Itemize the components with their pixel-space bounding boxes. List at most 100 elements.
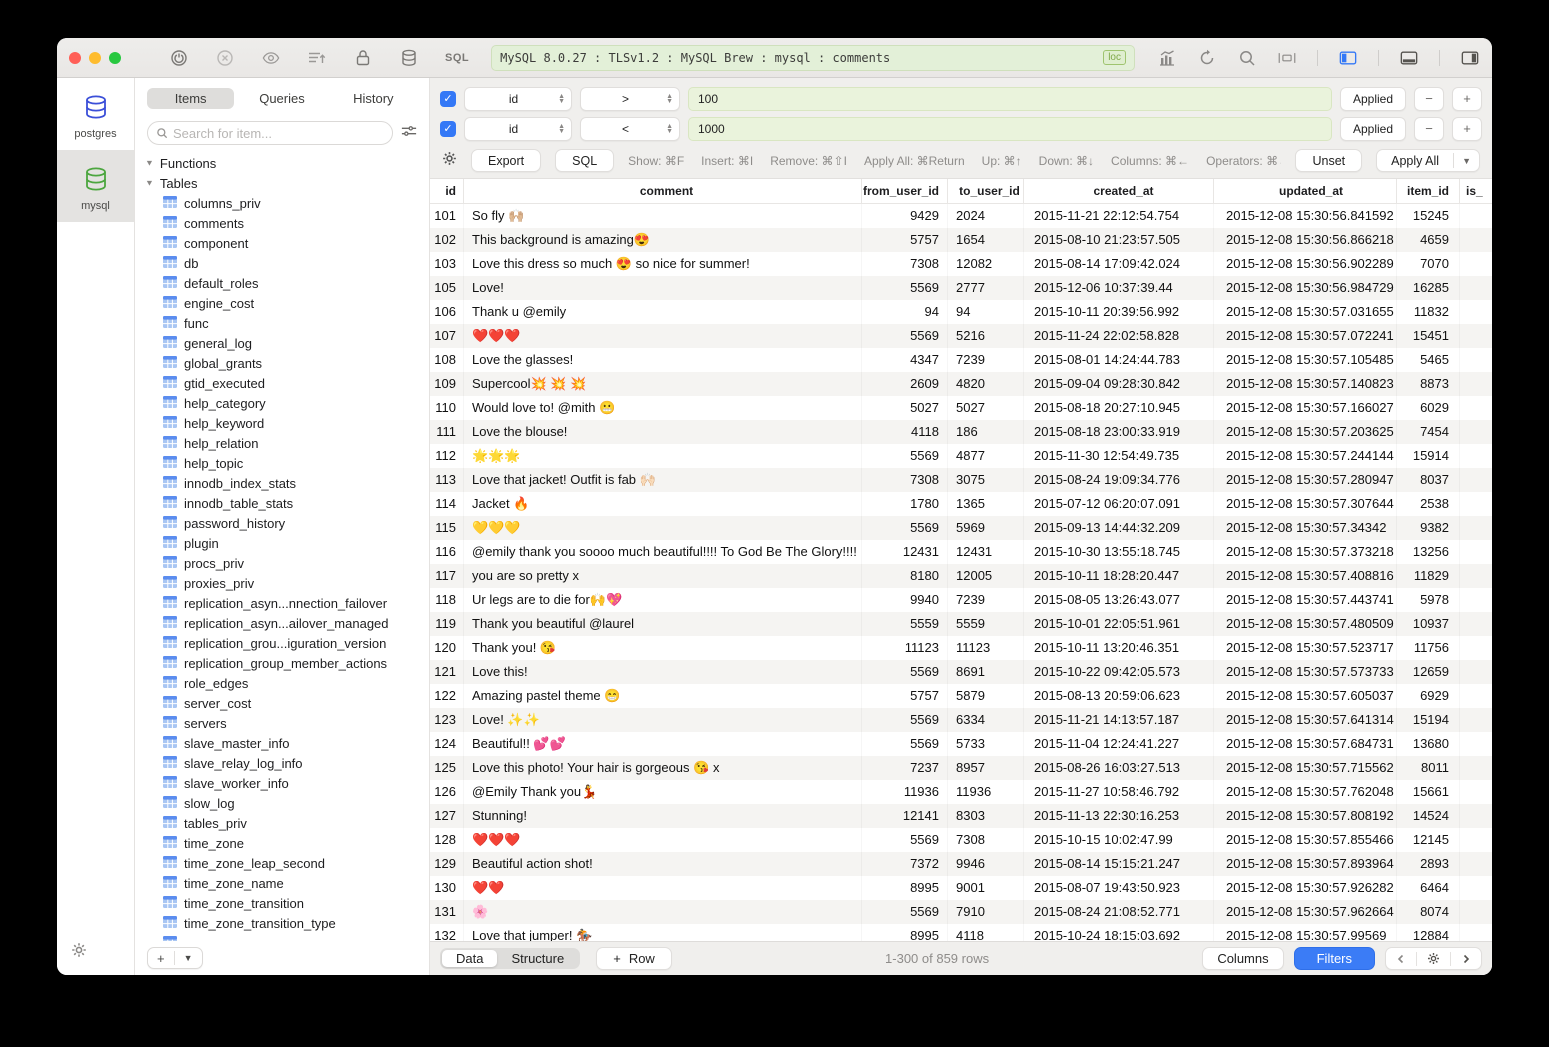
cell-created_at[interactable]: 2015-08-24 19:09:34.776 [1024, 468, 1214, 492]
cell-comment[interactable]: Beautiful action shot! [464, 852, 862, 876]
cell-comment[interactable]: Would love to! @mith 😬 [464, 396, 862, 420]
cell-updated_at[interactable]: 2015-12-08 15:30:57.105485 [1214, 348, 1397, 372]
cell-created_at[interactable]: 2015-08-01 14:24:44.783 [1024, 348, 1214, 372]
cell-item_id[interactable]: 8011 [1397, 756, 1460, 780]
cell-updated_at[interactable]: 2015-12-08 15:30:57.280947 [1214, 468, 1397, 492]
column-header-id[interactable]: id [430, 179, 464, 203]
cell-item_id[interactable]: 8873 [1397, 372, 1460, 396]
table-row[interactable]: 126@Emily Thank you💃11936119362015-11-27… [430, 780, 1492, 804]
cell-id[interactable]: 102 [430, 228, 464, 252]
cell-from_user_id[interactable]: 5569 [862, 444, 948, 468]
cell-from_user_id[interactable]: 7372 [862, 852, 948, 876]
cell-item_id[interactable]: 2893 [1397, 852, 1460, 876]
filter-checkbox[interactable]: ✓ [440, 91, 456, 107]
cell-id[interactable]: 108 [430, 348, 464, 372]
sidebar-table-engine_cost[interactable]: engine_cost [135, 293, 429, 313]
filter-options-icon[interactable] [401, 124, 417, 143]
cell-updated_at[interactable]: 2015-12-08 15:30:57.962664 [1214, 900, 1397, 924]
cell-item_id[interactable]: 16285 [1397, 276, 1460, 300]
cell-created_at[interactable]: 2015-08-05 13:26:43.077 [1024, 588, 1214, 612]
cell-from_user_id[interactable]: 5569 [862, 828, 948, 852]
cell-comment[interactable]: Love this! [464, 660, 862, 684]
cell-comment[interactable]: Love! ✨✨ [464, 708, 862, 732]
sidebar-table-time_zone_transition_type[interactable]: time_zone_transition_type [135, 913, 429, 933]
cell-is_[interactable] [1460, 732, 1492, 756]
cell-updated_at[interactable]: 2015-12-08 15:30:57.244144 [1214, 444, 1397, 468]
sidebar-table-component[interactable]: component [135, 233, 429, 253]
minimize-window-button[interactable] [89, 52, 101, 64]
cell-comment[interactable]: 🌟🌟🌟 [464, 444, 862, 468]
cell-updated_at[interactable]: 2015-12-08 15:30:57.762048 [1214, 780, 1397, 804]
cell-item_id[interactable]: 12884 [1397, 924, 1460, 941]
cell-id[interactable]: 103 [430, 252, 464, 276]
cell-is_[interactable] [1460, 204, 1492, 228]
table-row[interactable]: 116@emily thank you soooo much beautiful… [430, 540, 1492, 564]
add-row-button[interactable]: + Row [596, 947, 672, 970]
cell-updated_at[interactable]: 2015-12-08 15:30:56.902289 [1214, 252, 1397, 276]
sql-button[interactable]: SQL [555, 149, 614, 172]
cell-updated_at[interactable]: 2015-12-08 15:30:57.715562 [1214, 756, 1397, 780]
cell-from_user_id[interactable]: 8995 [862, 924, 948, 941]
filter-value-input[interactable] [688, 117, 1332, 141]
cell-to_user_id[interactable]: 186 [948, 420, 1024, 444]
cell-to_user_id[interactable]: 8691 [948, 660, 1024, 684]
zoom-window-button[interactable] [109, 52, 121, 64]
cell-created_at[interactable]: 2015-11-24 22:02:58.828 [1024, 324, 1214, 348]
cell-to_user_id[interactable]: 8303 [948, 804, 1024, 828]
cell-id[interactable]: 118 [430, 588, 464, 612]
cell-item_id[interactable]: 12145 [1397, 828, 1460, 852]
cell-updated_at[interactable]: 2015-12-08 15:30:57.573733 [1214, 660, 1397, 684]
cell-to_user_id[interactable]: 2777 [948, 276, 1024, 300]
cell-comment[interactable]: Love this photo! Your hair is gorgeous 😘… [464, 756, 862, 780]
cell-is_[interactable] [1460, 444, 1492, 468]
sidebar-table-tables_priv[interactable]: tables_priv [135, 813, 429, 833]
filters-button[interactable]: Filters [1294, 947, 1375, 970]
cell-comment[interactable]: Love this dress so much 😍 so nice for su… [464, 252, 862, 276]
sidebar-table-user[interactable]: user [135, 933, 429, 941]
column-header-comment[interactable]: comment [464, 179, 862, 203]
cell-is_[interactable] [1460, 540, 1492, 564]
cell-created_at[interactable]: 2015-11-27 10:58:46.792 [1024, 780, 1214, 804]
cell-created_at[interactable]: 2015-08-13 20:59:06.623 [1024, 684, 1214, 708]
cell-comment[interactable]: Love that jacket! Outfit is fab 🙌🏻 [464, 468, 862, 492]
cell-created_at[interactable]: 2015-10-11 18:28:20.447 [1024, 564, 1214, 588]
cell-item_id[interactable]: 6929 [1397, 684, 1460, 708]
cell-item_id[interactable]: 11832 [1397, 300, 1460, 324]
cell-to_user_id[interactable]: 5559 [948, 612, 1024, 636]
cell-to_user_id[interactable]: 5216 [948, 324, 1024, 348]
cell-id[interactable]: 126 [430, 780, 464, 804]
cell-id[interactable]: 121 [430, 660, 464, 684]
table-row[interactable]: 128❤️❤️❤️556973082015-10-15 10:02:47.992… [430, 828, 1492, 852]
cell-item_id[interactable]: 12659 [1397, 660, 1460, 684]
cell-from_user_id[interactable]: 9429 [862, 204, 948, 228]
cell-to_user_id[interactable]: 11936 [948, 780, 1024, 804]
cell-item_id[interactable]: 8037 [1397, 468, 1460, 492]
cell-comment[interactable]: Love the glasses! [464, 348, 862, 372]
cell-item_id[interactable]: 5978 [1397, 588, 1460, 612]
apply-all-button[interactable]: Apply All ▼ [1376, 149, 1480, 172]
cell-updated_at[interactable]: 2015-12-08 15:30:57.34342 [1214, 516, 1397, 540]
settings-gear-icon[interactable] [71, 945, 87, 962]
cell-is_[interactable] [1460, 300, 1492, 324]
sidebar-table-servers[interactable]: servers [135, 713, 429, 733]
cell-comment[interactable]: Stunning! [464, 804, 862, 828]
cell-created_at[interactable]: 2015-11-13 22:30:16.253 [1024, 804, 1214, 828]
cell-is_[interactable] [1460, 756, 1492, 780]
cell-to_user_id[interactable]: 1654 [948, 228, 1024, 252]
table-row[interactable]: 122Amazing pastel theme 😁575758792015-08… [430, 684, 1492, 708]
sidebar-table-proxies_priv[interactable]: proxies_priv [135, 573, 429, 593]
cell-from_user_id[interactable]: 11123 [862, 636, 948, 660]
cell-comment[interactable]: Thank u @emily [464, 300, 862, 324]
cell-is_[interactable] [1460, 900, 1492, 924]
disconnect-icon[interactable] [215, 48, 235, 68]
table-row[interactable]: 127Stunning!1214183032015-11-13 22:30:16… [430, 804, 1492, 828]
sidebar-table-db[interactable]: db [135, 253, 429, 273]
cell-is_[interactable] [1460, 804, 1492, 828]
filter-applied-button[interactable]: Applied [1340, 87, 1406, 111]
add-filter-button[interactable]: + [1452, 87, 1482, 111]
search-input[interactable] [173, 126, 384, 141]
cell-created_at[interactable]: 2015-10-01 22:05:51.961 [1024, 612, 1214, 636]
cell-to_user_id[interactable]: 94 [948, 300, 1024, 324]
tab-data[interactable]: Data [442, 950, 497, 967]
toggle-left-panel-icon[interactable] [1338, 48, 1358, 68]
